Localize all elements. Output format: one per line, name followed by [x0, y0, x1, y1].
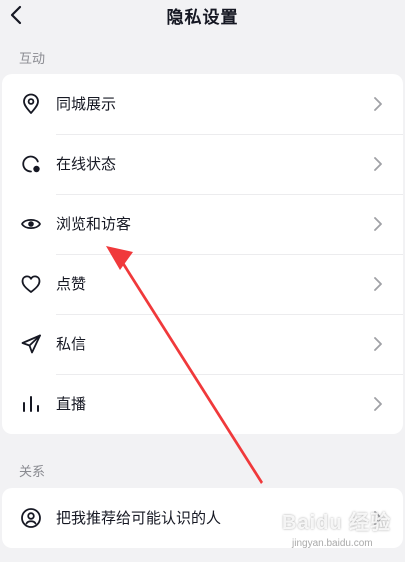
watermark-logo: Baidu 经验	[282, 512, 392, 534]
watermark-url: jingyan.baidu.com	[292, 538, 373, 549]
annotation-arrow	[106, 246, 263, 484]
